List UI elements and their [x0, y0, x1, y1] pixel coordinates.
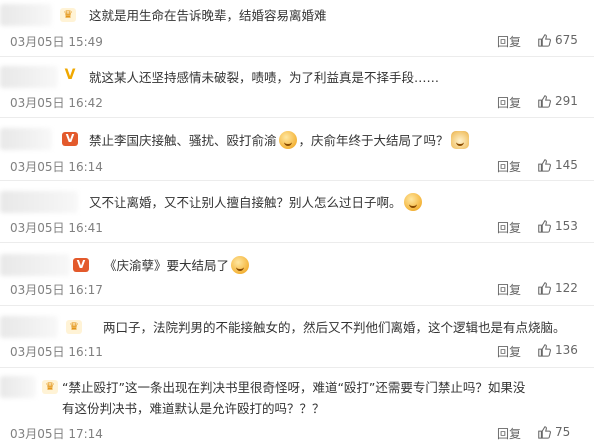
- vip-badge-icon: V: [73, 258, 89, 272]
- blurred-username[interactable]: [0, 191, 78, 213]
- comment-item: V 禁止李国庆接触、骚扰、殴打俞渝 ，庆俞年终于大结局了吗？ 03月05日 16:…: [0, 118, 594, 181]
- blurred-username[interactable]: [0, 4, 52, 26]
- like-count: 122: [555, 281, 578, 295]
- like-count: 75: [555, 425, 571, 439]
- like-count: 291: [555, 94, 578, 108]
- comment-date: 03月05日 16:11: [10, 345, 103, 359]
- comment-text: 《庆渝孽》要大结局了: [104, 255, 251, 276]
- thumbs-up-icon: [538, 95, 551, 108]
- comment-date: 03月05日 17:14: [10, 427, 103, 441]
- blurred-username[interactable]: [0, 128, 52, 150]
- like-count: 153: [555, 219, 578, 233]
- thumbs-up-icon: [538, 34, 551, 47]
- blurred-username[interactable]: [0, 254, 70, 276]
- emoji-icon: [403, 193, 422, 211]
- like-button[interactable]: 153: [537, 219, 578, 233]
- blurred-username[interactable]: [0, 316, 58, 338]
- comment-item: 又不让离婚，又不让别人擅自接触？别人怎么过日子啊。 03月05日 16:41 回…: [0, 181, 594, 243]
- like-button[interactable]: 75: [537, 425, 570, 439]
- thumbs-up-icon: [538, 220, 551, 233]
- reply-button[interactable]: 回复: [497, 281, 521, 298]
- thumbs-up-icon: [538, 426, 551, 439]
- like-button[interactable]: 136: [537, 343, 578, 357]
- crown-badge-icon: ♛: [60, 8, 76, 22]
- like-count: 136: [555, 343, 578, 357]
- reply-button[interactable]: 回复: [497, 158, 521, 175]
- like-button[interactable]: 145: [537, 158, 578, 172]
- reply-button[interactable]: 回复: [497, 33, 521, 50]
- reply-button[interactable]: 回复: [497, 343, 521, 360]
- blurred-username[interactable]: [0, 376, 36, 398]
- comment-text: 禁止李国庆接触、骚扰、殴打俞渝 ，庆俞年终于大结局了吗？: [89, 130, 471, 151]
- reply-button[interactable]: 回复: [497, 94, 521, 111]
- emoji-icon: [231, 256, 250, 274]
- comment-date: 03月05日 15:49: [10, 35, 103, 49]
- comment-text-part: 禁止李国庆接触、骚扰、殴打俞渝: [89, 133, 277, 148]
- like-button[interactable]: 675: [537, 33, 578, 47]
- comment-date: 03月05日 16:14: [10, 160, 103, 174]
- like-button[interactable]: 291: [537, 94, 578, 108]
- comment-item: V 就这某人还坚持感情未破裂，啧啧，为了利益真是不择手段…… 03月05日 16…: [0, 57, 594, 118]
- vip-badge-icon: V: [62, 132, 78, 146]
- thumbs-up-icon: [538, 159, 551, 172]
- crown-badge-icon: ♛: [42, 380, 58, 394]
- comment-date: 03月05日 16:41: [10, 221, 103, 235]
- reply-button[interactable]: 回复: [497, 219, 521, 236]
- comment-item: ♛ 两口子，法院判男的不能接触女的，然后又不判他们离婚，这个逻辑也是有点烧脑。 …: [0, 306, 594, 368]
- vip-badge-icon: V: [64, 67, 76, 83]
- comment-text: 又不让离婚，又不让别人擅自接触？别人怎么过日子啊。: [89, 192, 424, 213]
- like-count: 675: [555, 33, 578, 47]
- comment-text: 两口子，法院判男的不能接触女的，然后又不判他们离婚，这个逻辑也是有点烧脑。: [103, 320, 566, 335]
- comment-text-part: ，庆俞年终于大结局了吗？: [298, 133, 449, 148]
- emoji-icon: [278, 131, 297, 149]
- comment-text-part: 《庆渝孽》要大结局了: [104, 258, 230, 273]
- comment-text: 就这某人还坚持感情未破裂，啧啧，为了利益真是不择手段……: [89, 70, 440, 85]
- blurred-username[interactable]: [0, 66, 58, 88]
- crown-badge-icon: ♛: [66, 320, 82, 334]
- reply-button[interactable]: 回复: [497, 425, 521, 442]
- comment-item: ♛ 这就是用生命在告诉晚辈，结婚容易离婚难 03月05日 15:49 回复 67…: [0, 0, 594, 57]
- comment-text: “禁止殴打”这一条出现在判决书里很奇怪呀，难道“殴打”还需要专门禁止吗？如果没有…: [62, 380, 526, 416]
- comment-date: 03月05日 16:42: [10, 96, 103, 110]
- comment-item: V 《庆渝孽》要大结局了 03月05日 16:17 回复 122: [0, 243, 594, 306]
- comment-text: 这就是用生命在告诉晚辈，结婚容易离婚难: [89, 8, 327, 23]
- doge-emoji-icon: [450, 131, 469, 149]
- like-button[interactable]: 122: [537, 281, 578, 295]
- comment-date: 03月05日 16:17: [10, 283, 103, 297]
- comment-text-part: 又不让离婚，又不让别人擅自接触？别人怎么过日子啊。: [89, 195, 402, 210]
- comment-item: ♛ “禁止殴打”这一条出现在判决书里很奇怪呀，难道“殴打”还需要专门禁止吗？如果…: [0, 368, 594, 447]
- thumbs-up-icon: [538, 282, 551, 295]
- thumbs-up-icon: [538, 344, 551, 357]
- like-count: 145: [555, 158, 578, 172]
